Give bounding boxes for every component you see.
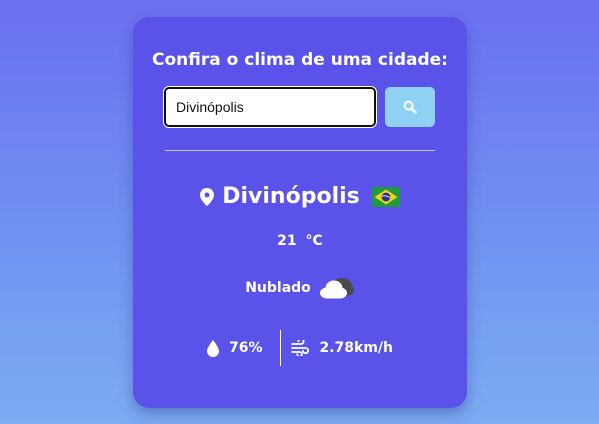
cloud-icon xyxy=(319,278,354,299)
city-search-input[interactable] xyxy=(163,86,377,128)
weather-stats: 76% 2.78km/h xyxy=(133,330,467,366)
divider xyxy=(165,150,435,151)
city-name: Divinópolis xyxy=(222,184,360,209)
location-pin-icon xyxy=(200,187,215,206)
condition-row: Nublado xyxy=(133,275,467,301)
humidity-value: 76% xyxy=(228,340,263,356)
city-header: Divinópolis xyxy=(133,184,467,209)
wind-stat: 2.78km/h xyxy=(281,340,393,356)
wind-icon xyxy=(291,340,310,356)
weather-description: Nublado xyxy=(245,280,311,296)
wind-speed-value: 2.78km/h xyxy=(319,340,394,356)
page-title: Confira o clima de uma cidade: xyxy=(152,50,448,70)
humidity-stat: 76% xyxy=(206,339,281,357)
search-icon xyxy=(403,100,417,114)
search-button[interactable] xyxy=(385,87,435,127)
humidity-drop-icon xyxy=(206,339,219,357)
weather-card: Confira o clima de uma cidade: Divinópol… xyxy=(133,17,467,408)
temperature: 21 °C xyxy=(277,233,323,249)
brazil-flag-icon xyxy=(371,186,400,207)
